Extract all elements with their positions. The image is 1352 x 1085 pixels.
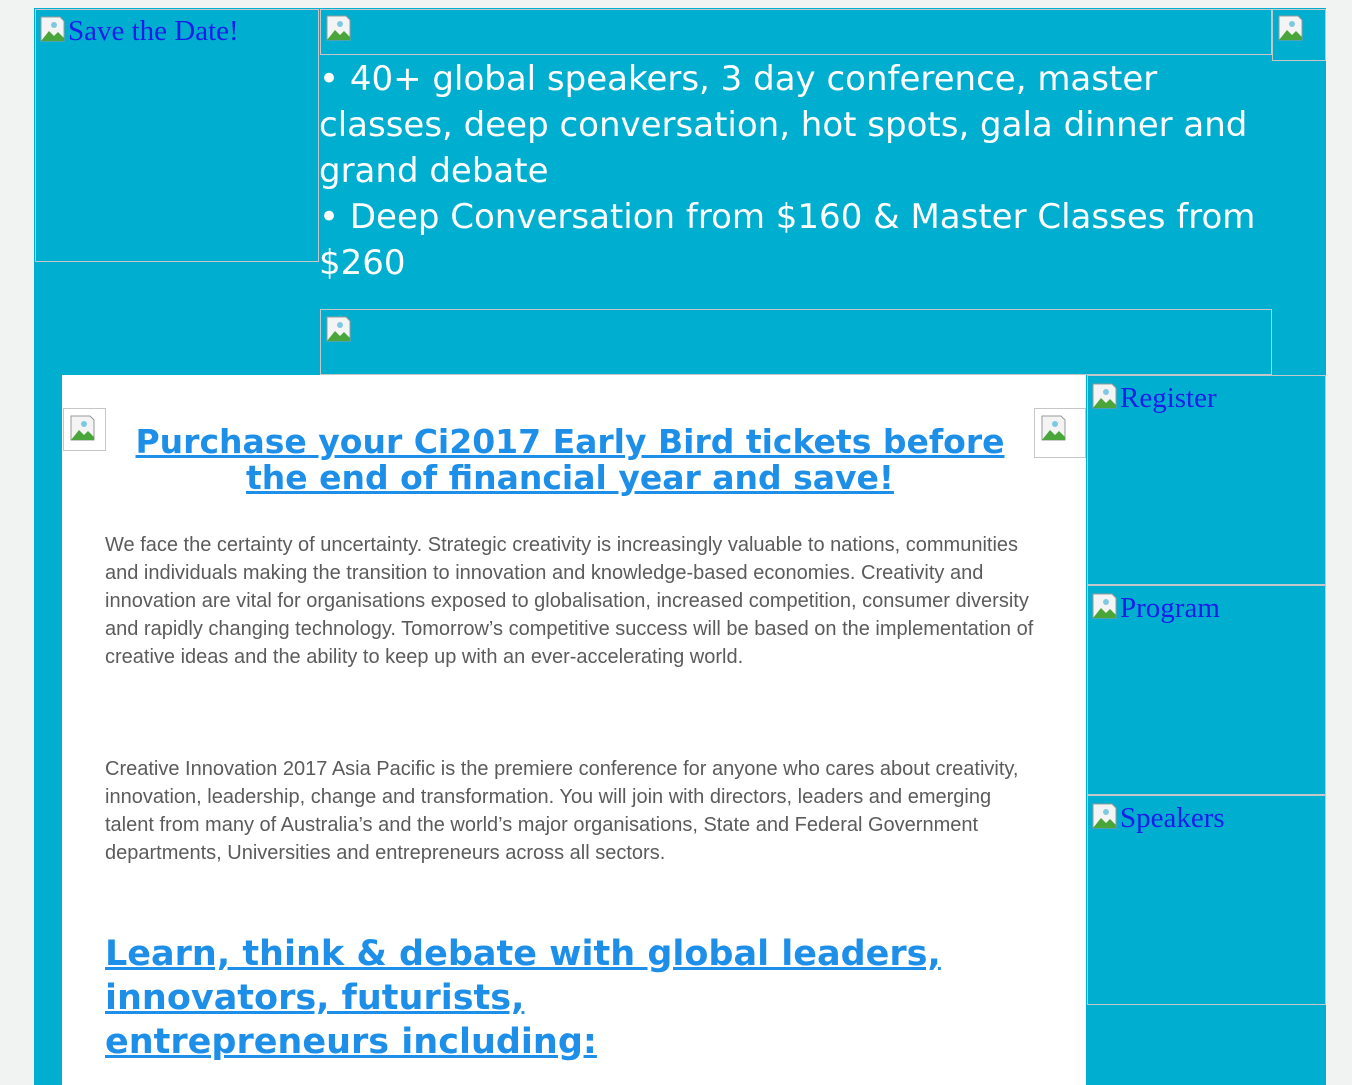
subheading-line: entrepreneurs including: [105,1022,597,1062]
save-the-date-link[interactable]: Save the Date! [38,12,239,50]
content-left-image [63,408,106,451]
broken-image-icon [1090,591,1120,621]
broken-image-icon [1090,381,1120,411]
header-corner-image [1272,9,1326,61]
header-banner-image [320,9,1272,55]
save-the-date-alt: Save the Date! [68,15,239,47]
bullet-item: • Deep Conversation from $160 & Master C… [319,197,1256,283]
broken-image-icon [1039,413,1069,443]
early-bird-headline-link[interactable]: Purchase your Ci2017 Early Bird tickets … [110,424,1030,496]
save-the-date-image[interactable]: Save the Date! [35,9,319,262]
program-alt: Program [1120,592,1220,624]
broken-image-icon [1276,13,1306,43]
program-image-button[interactable]: Program [1087,585,1326,795]
register-alt: Register [1120,382,1217,414]
bullet-item: • 40+ global speakers, 3 day conference,… [319,59,1248,191]
register-image-button[interactable]: Register [1087,375,1326,585]
subheading-line: innovators, futurists, [105,978,525,1018]
conference-paragraph: Creative Innovation 2017 Asia Pacific is… [105,758,1019,864]
broken-image-icon [38,14,68,44]
speakers-image-button[interactable]: Speakers [1087,795,1326,1005]
broken-image-icon [1090,801,1120,831]
speakers-alt: Speakers [1120,802,1225,834]
subheading-line: Learn, think & debate with global leader… [105,934,941,974]
program-link[interactable]: Program [1090,589,1220,627]
middle-banner-image [320,309,1272,375]
register-link[interactable]: Register [1090,379,1217,417]
speakers-subheading-link[interactable]: Learn, think & debate with global leader… [105,932,1005,1064]
email-page: Save the Date! • 40+ global speakers, 3 … [0,0,1352,1085]
content-right-image [1034,408,1086,458]
intro-paragraph: We face the certainty of uncertainty. St… [105,534,1034,668]
broken-image-icon [324,314,354,344]
broken-image-icon [68,413,98,443]
speakers-link[interactable]: Speakers [1090,799,1225,837]
conference-highlights: • 40+ global speakers, 3 day conference,… [319,56,1279,286]
broken-image-icon [324,13,354,43]
